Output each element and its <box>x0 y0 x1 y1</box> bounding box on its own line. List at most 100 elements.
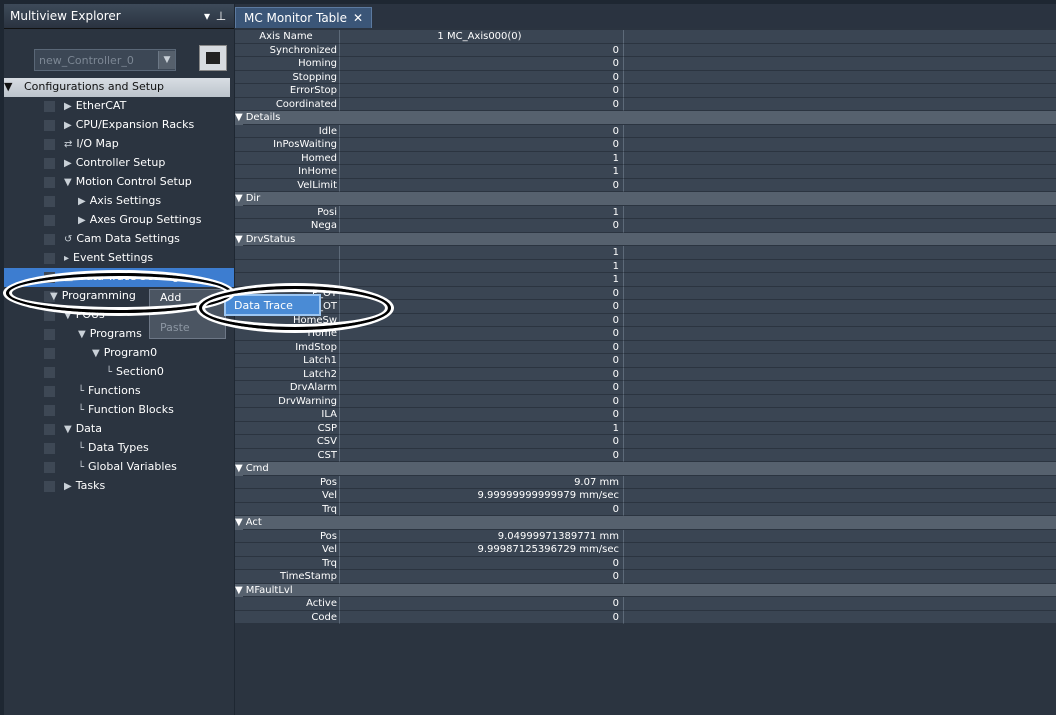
row-name: Coordinated <box>235 97 339 111</box>
table-row: Pos 9.04999971389771 mm <box>235 529 1056 543</box>
tree-item[interactable]: ▸ Event Settings <box>4 249 234 268</box>
controller-device-icon[interactable] <box>199 45 227 71</box>
tree-item[interactable]: ▼ Motion Control Setup <box>4 173 234 192</box>
table-row: Code 0 <box>235 610 1056 624</box>
controller-row: new_Controller_0 ▼ <box>4 29 234 79</box>
row-name: TimeStamp <box>235 570 339 584</box>
checkbox-icon[interactable] <box>44 177 55 188</box>
app-frame: Multiview Explorer ▾ ⊥ new_Controller_0 … <box>0 0 1056 715</box>
row-value: 0 <box>339 43 623 57</box>
checkbox-icon[interactable] <box>44 196 55 207</box>
group-row[interactable]: ▼ Details <box>235 111 1056 125</box>
row-value: 1 <box>339 246 623 260</box>
group-row[interactable]: ▼ MFaultLvl <box>235 583 1056 597</box>
tree-item[interactable]: └ Functions <box>4 382 234 401</box>
checkbox-icon[interactable] <box>44 367 55 378</box>
row-value: 0 <box>339 70 623 84</box>
menu-item-paste[interactable]: Paste <box>150 320 225 336</box>
tree-item[interactable]: ▶ Axes Group Settings <box>4 211 234 230</box>
row-name: ImdStop <box>235 340 339 354</box>
checkbox-icon[interactable] <box>44 253 55 264</box>
tree-item-label: Cam Data Settings <box>76 232 180 245</box>
tree-item[interactable]: ▶ EtherCAT <box>4 97 234 116</box>
group-label: Dir <box>242 192 1056 206</box>
tree-node-icon: └ <box>78 462 85 473</box>
row-name: InPosWaiting <box>235 138 339 152</box>
tree-item[interactable]: ▼ Data <box>4 420 234 439</box>
checkbox-icon[interactable] <box>44 405 55 416</box>
row-name: Vel <box>235 489 339 503</box>
tree-node-icon: └ <box>106 367 113 378</box>
row-name: DrvAlarm <box>235 381 339 395</box>
mc-monitor-panel: MC Monitor Table ✕ Axis Name 1 MC_Axis00… <box>235 4 1056 715</box>
tree-item-label: Program0 <box>103 346 158 359</box>
checkbox-icon[interactable] <box>44 443 55 454</box>
row-name: ErrorStop <box>235 84 339 98</box>
expand-arrow-icon[interactable]: ▼ <box>4 80 12 93</box>
checkbox-icon[interactable] <box>44 101 55 112</box>
checkbox-icon[interactable] <box>44 139 55 150</box>
row-value: 0 <box>339 435 623 449</box>
chevron-down-icon[interactable]: ▼ <box>158 51 175 69</box>
group-label: Details <box>242 111 1056 125</box>
tree-item[interactable]: ▶ Axis Settings <box>4 192 234 211</box>
checkbox-icon[interactable] <box>44 120 55 131</box>
row-value: 1 <box>339 151 623 165</box>
dropdown-arrow-icon[interactable]: ▾ <box>200 9 214 23</box>
row-value: 0 <box>339 570 623 584</box>
row-value: 0 <box>339 219 623 233</box>
group-row[interactable]: ▼ DrvStatus <box>235 232 1056 246</box>
tree-item[interactable]: ↺ Cam Data Settings <box>4 230 234 249</box>
tree-item-label: Controller Setup <box>75 156 166 169</box>
controller-select[interactable]: new_Controller_0 ▼ <box>34 49 176 71</box>
tree-node-icon: ▼ <box>78 329 86 340</box>
tree-item[interactable]: ▶ Tasks <box>4 477 234 496</box>
checkbox-icon[interactable] <box>44 462 55 473</box>
tree-item-label: Section0 <box>116 365 164 378</box>
tree-item[interactable]: ▼ Program0 <box>4 344 234 363</box>
axis-value-header: 1 MC_Axis000(0) <box>339 30 623 44</box>
tree-node-icon: ▼ <box>64 424 72 435</box>
row-value: 9.99987125396729 mm/sec <box>339 543 623 557</box>
group-row[interactable]: ▼ Act <box>235 516 1056 530</box>
table-row: Idle 0 <box>235 124 1056 138</box>
table-row: Posi 1 <box>235 205 1056 219</box>
checkbox-icon[interactable] <box>44 158 55 169</box>
checkbox-icon[interactable] <box>44 386 55 397</box>
checkbox-icon[interactable] <box>44 215 55 226</box>
checkbox-icon[interactable] <box>44 329 55 340</box>
pin-icon[interactable]: ⊥ <box>214 9 228 23</box>
group-row[interactable]: ▼ Cmd <box>235 462 1056 476</box>
tree-item[interactable]: └ Section0 <box>4 363 234 382</box>
tree-item[interactable]: └ Global Variables <box>4 458 234 477</box>
row-value: 0 <box>339 354 623 368</box>
checkbox-icon[interactable] <box>44 310 55 321</box>
group-row[interactable]: ▼ Dir <box>235 192 1056 206</box>
close-icon[interactable]: ✕ <box>353 11 363 25</box>
checkbox-icon[interactable] <box>44 424 55 435</box>
tree-node-icon: └ <box>78 405 85 416</box>
row-value: 0 <box>339 57 623 71</box>
tree-item[interactable]: Configurations and Setup ▼ <box>4 78 230 97</box>
table-row: Nega 0 <box>235 219 1056 233</box>
tree-node-icon: ▶ <box>64 120 72 131</box>
checkbox-icon[interactable] <box>44 234 55 245</box>
row-value: 9.04999971389771 mm <box>339 529 623 543</box>
checkbox-icon[interactable] <box>44 348 55 359</box>
row-name: Homed <box>235 151 339 165</box>
table-row: 1 <box>235 246 1056 260</box>
checkbox-icon[interactable] <box>44 481 55 492</box>
table-row: ErrorStop 0 <box>235 84 1056 98</box>
tab-mc-monitor-table[interactable]: MC Monitor Table ✕ <box>235 7 373 28</box>
tree-node-icon: ▶ <box>64 158 72 169</box>
tree-item[interactable]: └ Function Blocks <box>4 401 234 420</box>
tree-item[interactable]: ▶ CPU/Expansion Racks <box>4 116 234 135</box>
controller-select-value: new_Controller_0 <box>39 53 134 67</box>
row-name: Synchronized <box>235 43 339 57</box>
row-name: InHome <box>235 165 339 179</box>
tree-item[interactable]: ▶ Controller Setup <box>4 154 234 173</box>
tree-item[interactable]: └ Data Types <box>4 439 234 458</box>
table-row: Synchronized 0 <box>235 43 1056 57</box>
tree-item[interactable]: ⇄ I/O Map <box>4 135 234 154</box>
tree-node-icon: ▶ <box>78 215 86 226</box>
